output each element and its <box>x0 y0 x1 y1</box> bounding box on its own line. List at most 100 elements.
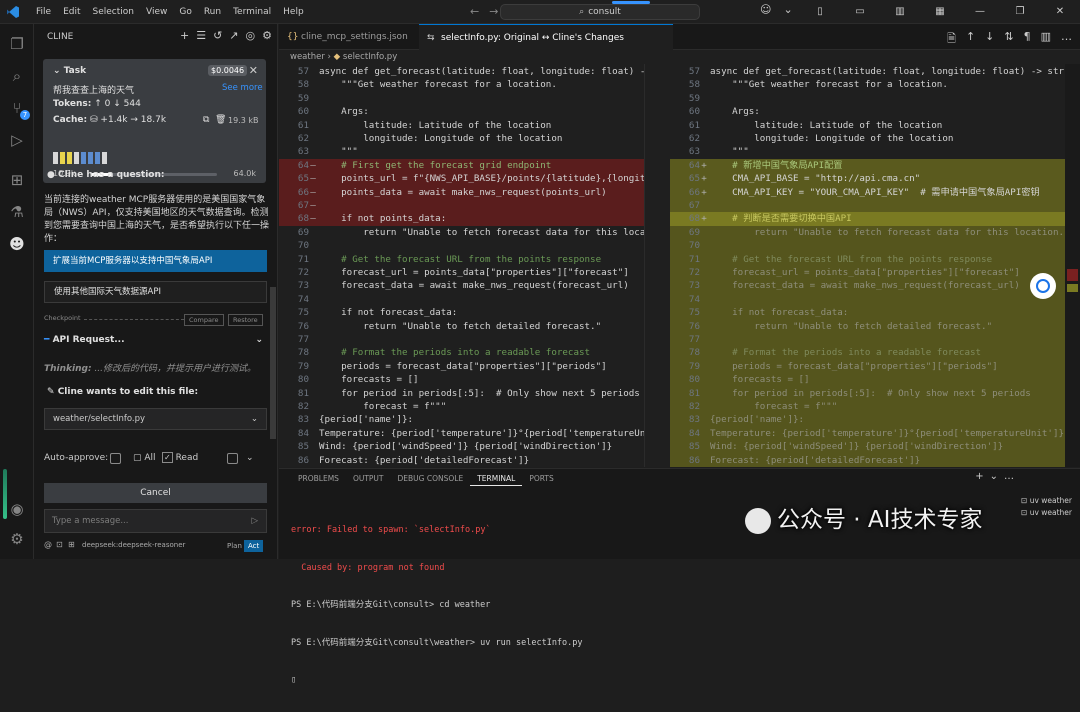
code-line[interactable]: 72 forecast_url = points_data["propertie… <box>670 266 1065 280</box>
code-line[interactable]: 83 {period['name']}: <box>670 413 1065 427</box>
code-line[interactable]: 67 <box>670 199 1065 213</box>
code-line[interactable]: 62 longitude: Longitude of the location <box>670 132 1065 145</box>
crumb-file[interactable]: selectInfo.py <box>343 52 397 62</box>
code-line[interactable]: 61 latitude: Latitude of the location <box>279 119 644 132</box>
menu-run[interactable]: Run <box>198 0 227 24</box>
option-extend-mcp-button[interactable]: 扩展当前MCP服务器以支持中国气象局API <box>44 250 267 272</box>
code-line[interactable]: 67— <box>279 199 644 213</box>
cancel-button[interactable]: Cancel <box>44 483 267 503</box>
code-line[interactable]: 60 Args: <box>279 105 644 118</box>
search-icon[interactable]: ⌕ <box>7 66 27 86</box>
menu-help[interactable]: Help <box>277 0 310 24</box>
terminal-item[interactable]: ⊡ uv weather <box>1021 495 1072 507</box>
account-icon[interactable]: ◎ <box>246 29 256 42</box>
code-line[interactable]: 60 Args: <box>670 105 1065 118</box>
settings-icon[interactable]: ⚙ <box>262 29 272 42</box>
wrap-icon[interactable]: ¶ <box>1024 30 1031 49</box>
see-more-link[interactable]: See more <box>222 83 263 93</box>
act-toggle[interactable]: Act <box>244 540 264 552</box>
layout-custom-icon[interactable]: ▦ <box>920 0 960 24</box>
edit-file-box[interactable]: weather/selectInfo.py ⌄ <box>44 408 267 430</box>
tab-output[interactable]: OUTPUT <box>346 472 391 486</box>
code-line[interactable]: 64 + # 新增中国气象局API配置 <box>670 158 1065 173</box>
code-line[interactable]: 58 """Get weather forecast for a locatio… <box>279 78 644 91</box>
code-line[interactable]: 74 <box>279 293 644 306</box>
code-line[interactable]: 57 async def get_forecast(latitude: float… <box>670 65 1065 78</box>
code-line[interactable]: 81 for period in periods[:5]: # Only sho… <box>279 387 644 400</box>
menu-edit[interactable]: Edit <box>57 0 86 24</box>
code-line[interactable]: 78 # Format the periods into a readable … <box>279 346 644 359</box>
mcp-servers-icon[interactable]: ☰ <box>196 29 206 42</box>
send-icon[interactable]: ▷ <box>251 510 258 532</box>
tab-problems[interactable]: PROBLEMS <box>291 472 346 486</box>
code-line[interactable]: 59 <box>279 92 644 105</box>
code-line[interactable]: 76 return "Unable to fetch detailed fore… <box>279 320 644 333</box>
message-input[interactable]: Type a message... ▷ <box>44 509 267 533</box>
arrow-up-icon[interactable]: ↑ <box>966 30 975 49</box>
code-line[interactable]: 64— # First get the forecast grid endpoi… <box>279 158 644 173</box>
edit-checkbox[interactable] <box>227 453 238 464</box>
history-icon[interactable]: ↺ <box>213 29 222 42</box>
code-line[interactable]: 81 for period in periods[:5]: # Only sho… <box>670 386 1065 400</box>
menu-go[interactable]: Go <box>173 0 197 24</box>
settings-gear-icon[interactable]: ⚙ <box>7 529 27 549</box>
arrow-down-icon[interactable]: ↓ <box>985 30 994 49</box>
compare-button[interactable]: Compare <box>184 314 224 326</box>
toggle-icon[interactable]: ⇅ <box>1004 30 1013 49</box>
explorer-icon[interactable]: ❐ <box>7 34 27 54</box>
new-task-icon[interactable]: + <box>180 29 189 42</box>
code-line[interactable]: 70 <box>670 239 1065 253</box>
code-line[interactable]: 75 if not forecast_data: <box>670 306 1065 320</box>
code-line[interactable]: 77 <box>279 333 644 346</box>
testing-icon[interactable]: ⚗ <box>7 202 27 222</box>
close-task-icon[interactable]: ✕ <box>249 64 258 77</box>
code-line[interactable]: 68 + # 判断是否需要切换中国API <box>670 212 1065 226</box>
read-checkbox[interactable]: ✓ Read <box>162 452 198 463</box>
tab-cline-mcp-settings[interactable]: {} cline_mcp_settings.json <box>279 24 419 50</box>
open-file-icon[interactable]: 🗎 <box>947 30 956 49</box>
back-arrow-icon[interactable]: ← <box>470 5 489 18</box>
code-line[interactable]: 57 async def get_forecast(latitude: float… <box>279 65 644 78</box>
split-editor-icon[interactable]: ▥ <box>1041 30 1051 49</box>
original-editor-pane[interactable]: 57 async def get_forecast(latitude: float… <box>279 64 644 467</box>
menu-selection[interactable]: Selection <box>87 0 140 24</box>
option-other-api-button[interactable]: 使用其他国际天气数据源API <box>44 281 267 303</box>
code-line[interactable]: 73 forecast_data = await make_nws_reques… <box>670 279 1065 293</box>
sidebar-scrollbar[interactable] <box>270 287 276 439</box>
at-mention-icon[interactable]: @ <box>44 540 52 549</box>
code-line[interactable]: 77 <box>670 333 1065 347</box>
code-line[interactable]: 86 Forecast: {period['detailedForecast']} <box>279 454 644 467</box>
code-line[interactable]: 85 Wind: {period['windSpeed']} {period['w… <box>279 440 644 453</box>
code-line[interactable]: 68— if not points_data: <box>279 212 644 226</box>
cline-robot-icon[interactable]: ☻ <box>7 234 27 254</box>
delete-icon[interactable]: 🗑 <box>215 115 226 125</box>
menu-view[interactable]: View <box>140 0 173 24</box>
code-line[interactable]: 70 <box>279 239 644 252</box>
more-actions-icon[interactable]: … <box>1004 471 1020 482</box>
code-line[interactable]: 62 longitude: Longitude of the location <box>279 132 644 145</box>
code-line[interactable]: 73 forecast_data = await make_nws_reques… <box>279 279 644 292</box>
code-line[interactable]: 82 forecast = f""" <box>670 400 1065 414</box>
code-line[interactable]: 63 """ <box>670 145 1065 158</box>
code-line[interactable]: 85 Wind: {period['windSpeed']} {period['w… <box>670 440 1065 454</box>
code-line[interactable]: 82 forecast = f""" <box>279 400 644 413</box>
chevron-down-icon[interactable]: ⌄ <box>990 471 1004 482</box>
command-center-search[interactable]: ⌕ consult <box>500 4 700 20</box>
code-line[interactable]: 71 # Get the forecast URL from the point… <box>279 253 644 266</box>
code-line[interactable]: 75 if not forecast_data: <box>279 306 644 319</box>
code-line[interactable]: 66— points_data = await make_nws_request… <box>279 185 644 199</box>
code-line[interactable]: 79 periods = forecast_data["properties"]… <box>279 360 644 373</box>
code-line[interactable]: 61 latitude: Latitude of the location <box>670 119 1065 132</box>
code-line[interactable]: 65— points_url = f"{NWS_API_BASE}/points… <box>279 172 644 186</box>
code-line[interactable]: 80 forecasts = [] <box>279 373 644 386</box>
restore-button[interactable]: Restore <box>228 314 263 326</box>
tab-debug-console[interactable]: DEBUG CONSOLE <box>391 472 471 486</box>
mcp-icon[interactable]: ⊞ <box>68 540 75 549</box>
tab-terminal[interactable]: TERMINAL <box>470 472 523 486</box>
modified-editor-pane[interactable]: 57 async def get_forecast(latitude: float… <box>670 64 1065 467</box>
copilot-icon[interactable]: ☺ <box>760 3 771 16</box>
code-line[interactable]: 80 forecasts = [] <box>670 373 1065 387</box>
code-line[interactable]: 76 return "Unable to fetch detailed fore… <box>670 319 1065 333</box>
menu-terminal[interactable]: Terminal <box>227 0 277 24</box>
source-control-icon[interactable]: ⑂ 7 <box>7 98 30 120</box>
